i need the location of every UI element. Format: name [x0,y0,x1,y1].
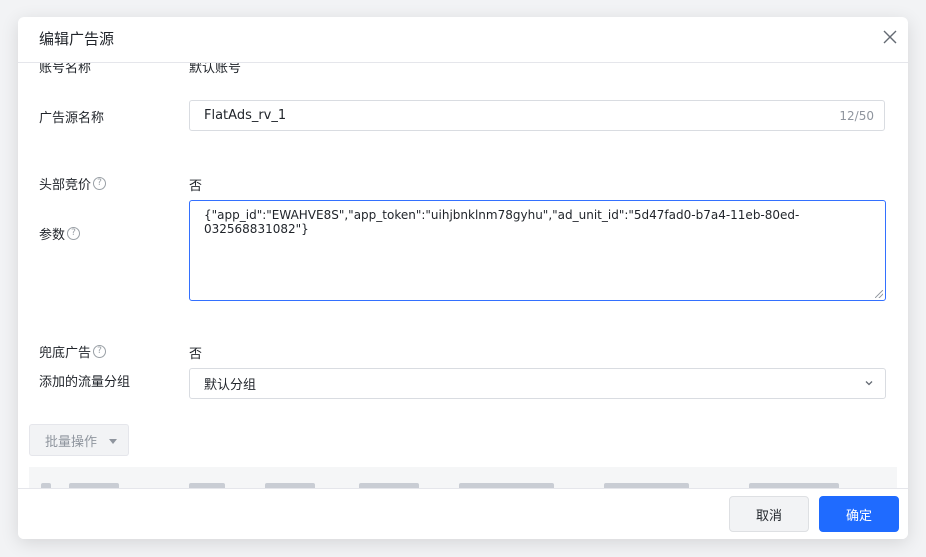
cancel-button[interactable]: 取消 [729,496,809,532]
header-bidding-value: 否 [189,179,203,194]
header-bidding-label-text: 头部竞价 [39,178,92,193]
batch-operations-label: 批量操作 [45,434,98,450]
params-value: {"app_id":"EWAHVE8S","app_token":"uihjbn… [204,208,800,236]
traffic-group-label: 添加的流量分组 [39,375,131,390]
source-name-row: 广告源名称 FlatAds_rv_1 12/50 [18,100,908,131]
fallback-ad-row: 兜底广告 ? 否 [18,342,908,362]
edit-ad-source-dialog: 编辑广告源 账号名称 默认账号 广告源名称 FlatAds_rv_1 12/50… [18,17,908,539]
chevron-down-icon [865,381,873,386]
dialog-body: 账号名称 默认账号 广告源名称 FlatAds_rv_1 12/50 头部竞价 … [18,63,908,490]
help-icon[interactable]: ? [93,177,107,190]
help-icon[interactable]: ? [93,345,107,358]
batch-operations-button[interactable]: 批量操作 [29,424,129,456]
source-name-label: 广告源名称 [39,111,105,126]
confirm-button[interactable]: 确定 [819,496,899,532]
account-name-label: 账号名称 [39,63,92,76]
caret-down-icon [109,438,118,444]
header-bidding-row: 头部竞价 ? 否 [18,174,908,194]
traffic-group-row: 添加的流量分组 默认分组 [18,368,908,399]
traffic-group-select[interactable]: 默认分组 [189,368,886,399]
account-name-value: 默认账号 [189,63,242,76]
dialog-title: 编辑广告源 [39,30,115,48]
account-name-row: 账号名称 默认账号 [18,63,908,77]
fallback-ad-value: 否 [189,347,203,362]
resize-handle-icon[interactable] [875,290,883,298]
source-name-input[interactable]: FlatAds_rv_1 12/50 [189,100,885,131]
help-icon[interactable]: ? [67,227,81,240]
header-bidding-label: 头部竞价 ? [39,174,107,193]
char-counter: 12/50 [839,109,874,123]
fallback-ad-label: 兜底广告 ? [39,342,107,361]
dialog-footer: 取消 确定 [18,488,908,539]
params-row: 参数 ? {"app_id":"EWAHVE8S","app_token":"u… [18,200,908,301]
close-icon[interactable] [879,26,901,48]
params-label: 参数 ? [39,224,81,243]
fallback-ad-label-text: 兜底广告 [39,346,92,361]
dialog-header: 编辑广告源 [18,17,908,63]
source-name-value: FlatAds_rv_1 [204,108,287,123]
traffic-group-selected: 默认分组 [204,378,257,393]
table-header [29,467,897,490]
params-label-text: 参数 [39,228,66,243]
params-textarea[interactable]: {"app_id":"EWAHVE8S","app_token":"uihjbn… [189,200,886,301]
